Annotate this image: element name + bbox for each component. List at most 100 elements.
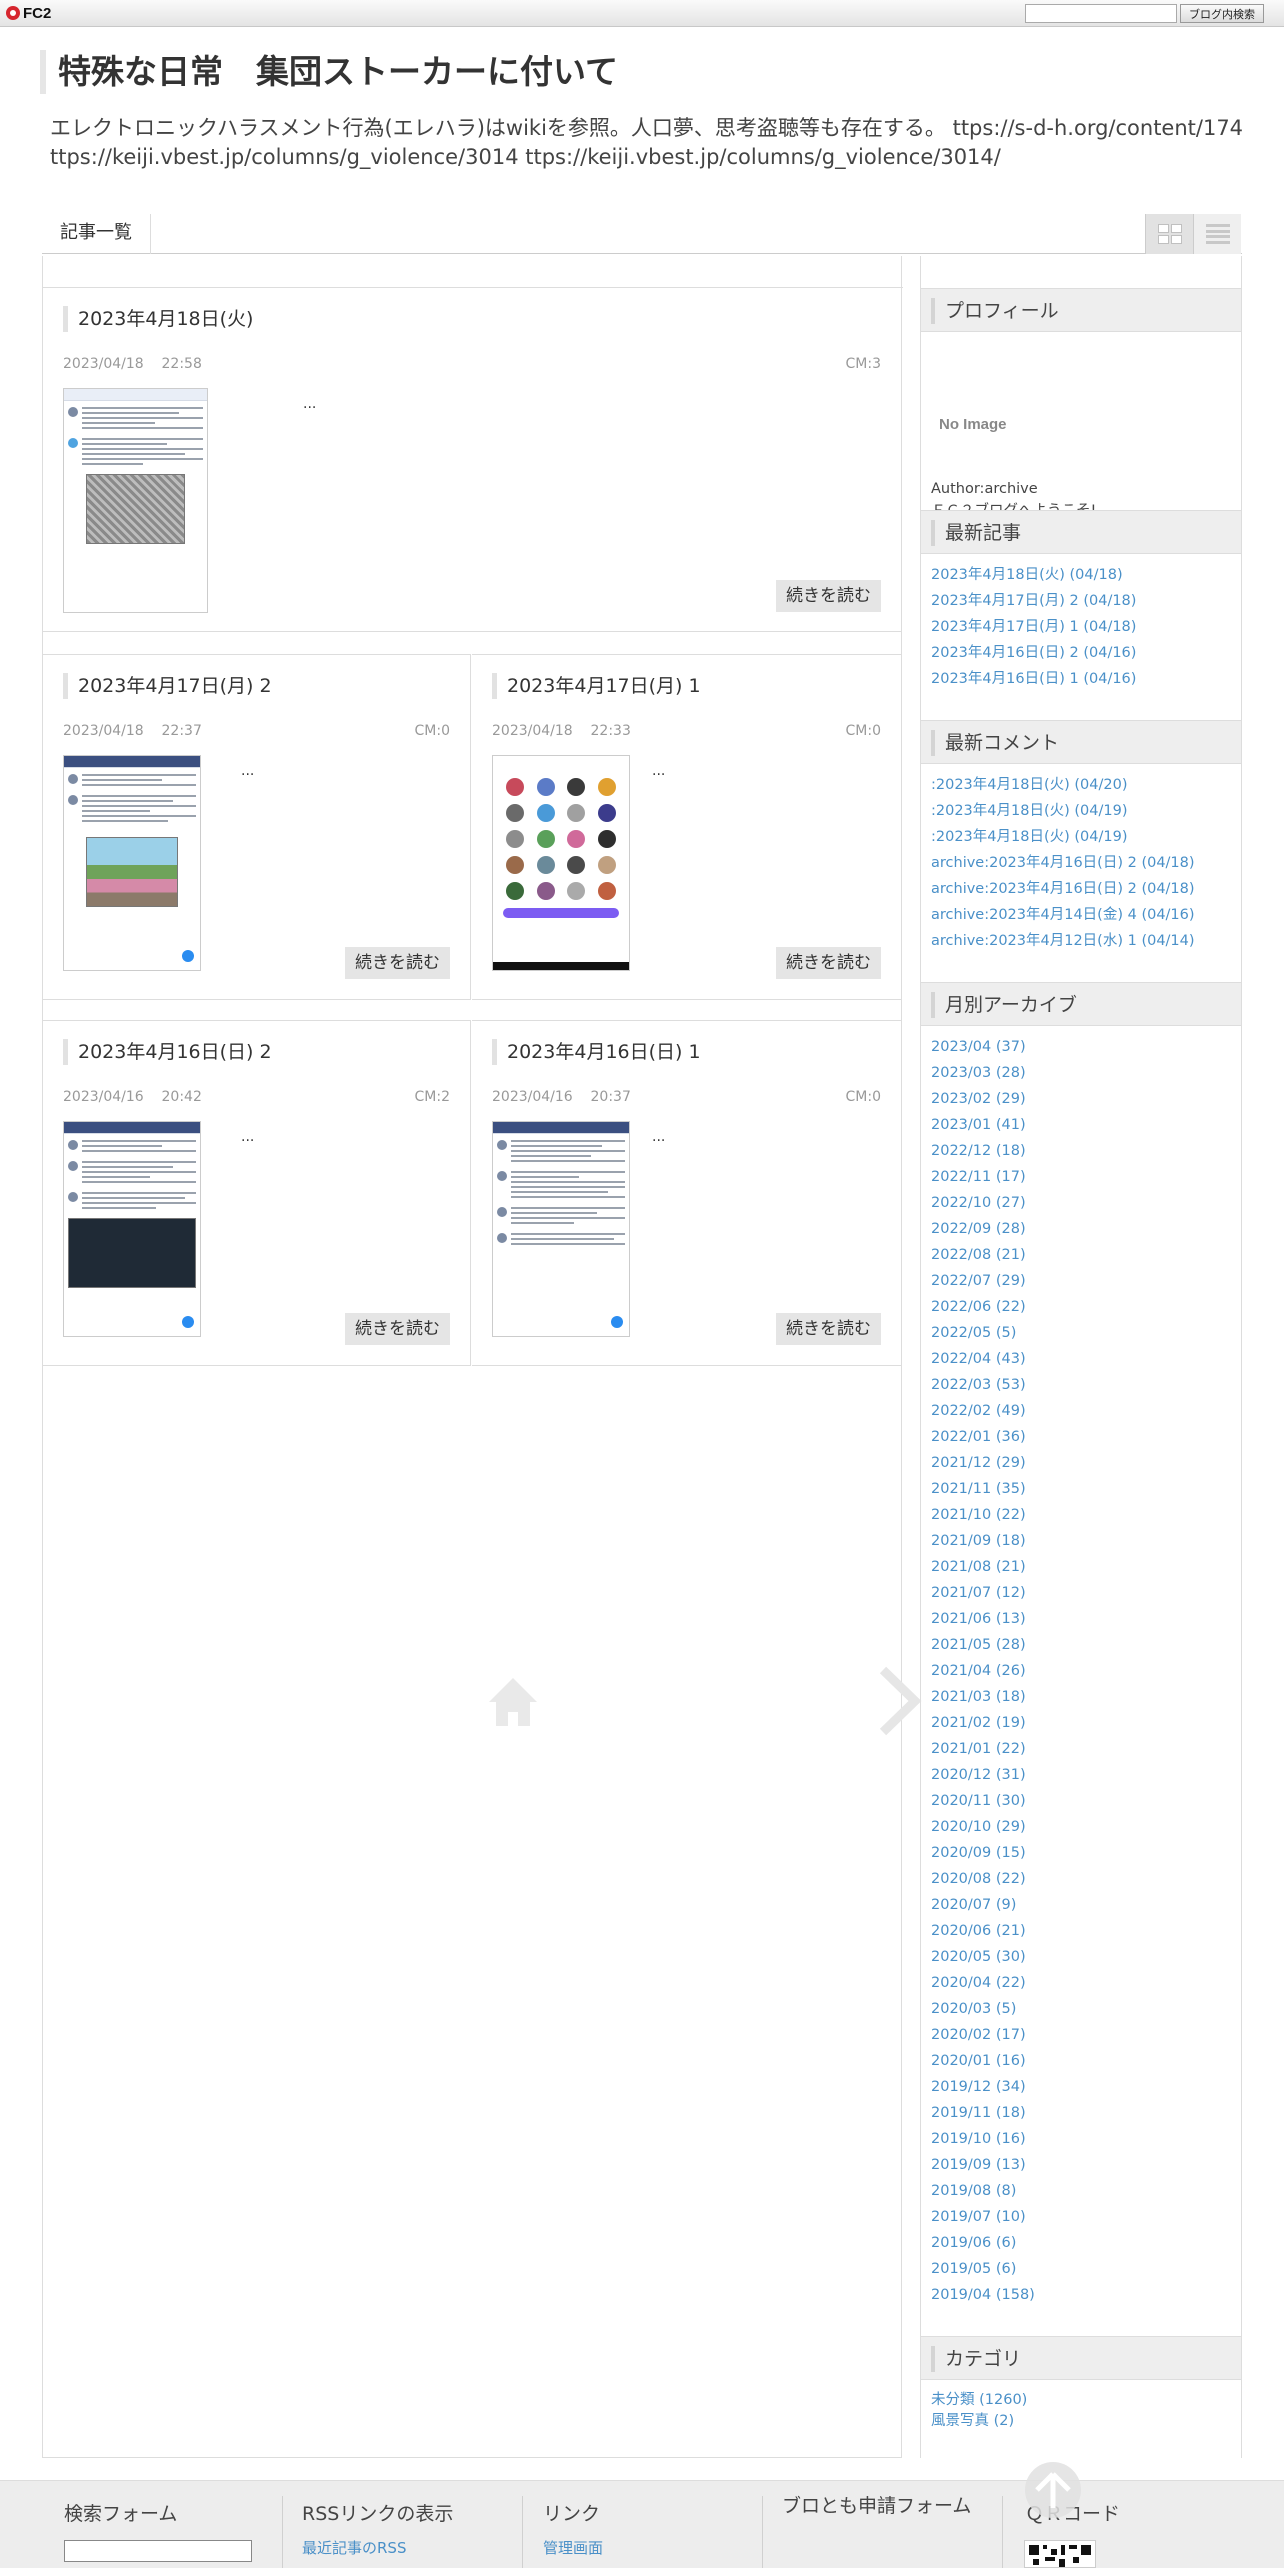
page-top-button[interactable] (1025, 2462, 1081, 2518)
archive-link[interactable]: 2022/12 (18) (931, 1138, 1231, 1164)
list-view-button[interactable] (1193, 214, 1241, 254)
recent-post-link[interactable]: 2023年4月18日(火) (04/18) (931, 562, 1231, 588)
archive-link[interactable]: 2020/10 (29) (931, 1814, 1231, 1840)
archive-link[interactable]: 2021/04 (26) (931, 1658, 1231, 1684)
article-comment-count[interactable]: CM:2 (415, 1089, 450, 1105)
nav-article-list-link[interactable]: 記事一覧 (42, 214, 151, 254)
article-comment-count[interactable]: CM:0 (846, 1089, 881, 1105)
fc2-logo[interactable]: FC2 (6, 3, 51, 23)
archive-link[interactable]: 2020/12 (31) (931, 1762, 1231, 1788)
archive-link[interactable]: 2022/09 (28) (931, 1216, 1231, 1242)
home-icon[interactable] (485, 1674, 541, 1730)
article-thumbnail[interactable] (63, 755, 201, 971)
archive-link[interactable]: 2019/07 (10) (931, 2204, 1231, 2230)
article-title[interactable]: 2023年4月16日(日) 2 (63, 1039, 272, 1065)
archive-link[interactable]: 2021/07 (12) (931, 1580, 1231, 1606)
article-comment-count[interactable]: CM:3 (846, 356, 881, 372)
archive-link[interactable]: 2022/05 (5) (931, 1320, 1231, 1346)
archive-link[interactable]: 2022/04 (43) (931, 1346, 1231, 1372)
read-more-button[interactable]: 続きを読む (776, 1313, 881, 1345)
archive-link[interactable]: 2021/11 (35) (931, 1476, 1231, 1502)
article-title[interactable]: 2023年4月16日(日) 1 (492, 1039, 701, 1065)
archive-link[interactable]: 2022/06 (22) (931, 1294, 1231, 1320)
archive-link[interactable]: 2020/09 (15) (931, 1840, 1231, 1866)
read-more-button[interactable]: 続きを読む (776, 947, 881, 979)
article-thumbnail[interactable] (63, 388, 208, 613)
footer-rss-link[interactable]: 最近記事のRSS (302, 2537, 406, 2558)
recent-comment-link[interactable]: archive:2023年4月12日(水) 1 (04/14) (931, 928, 1231, 954)
archive-link[interactable]: 2021/05 (28) (931, 1632, 1231, 1658)
archive-link[interactable]: 2021/09 (18) (931, 1528, 1231, 1554)
archive-link[interactable]: 2022/03 (53) (931, 1372, 1231, 1398)
archive-link[interactable]: 2021/02 (19) (931, 1710, 1231, 1736)
archive-link[interactable]: 2020/05 (30) (931, 1944, 1231, 1970)
grid-view-icon (1158, 224, 1182, 244)
chevron-right-icon[interactable] (875, 1666, 923, 1736)
blog-search-button[interactable]: ブログ内検索 (1180, 4, 1264, 23)
article-thumbnail[interactable] (63, 1121, 201, 1337)
article-comment-count[interactable]: CM:0 (415, 723, 450, 739)
recent-post-link[interactable]: 2023年4月16日(日) 1 (04/16) (931, 666, 1231, 692)
archive-link[interactable]: 2019/05 (6) (931, 2256, 1231, 2282)
archive-link[interactable]: 2023/01 (41) (931, 1112, 1231, 1138)
recent-comment-link[interactable]: :2023年4月18日(火) (04/19) (931, 824, 1231, 850)
footer-admin-link[interactable]: 管理画面 (543, 2537, 603, 2558)
archive-link[interactable]: 2022/10 (27) (931, 1190, 1231, 1216)
blog-title-text[interactable]: 特殊な日常 集団ストーカーに付いて (58, 52, 618, 91)
footer-search-input[interactable] (64, 2540, 252, 2562)
article-comment-count[interactable]: CM:0 (846, 723, 881, 739)
blog-search-input[interactable] (1025, 4, 1177, 23)
read-more-button[interactable]: 続きを読む (345, 947, 450, 979)
archive-link[interactable]: 2020/04 (22) (931, 1970, 1231, 1996)
archive-link[interactable]: 2021/10 (22) (931, 1502, 1231, 1528)
recent-comment-link[interactable]: archive:2023年4月16日(日) 2 (04/18) (931, 850, 1231, 876)
archive-link[interactable]: 2020/02 (17) (931, 2022, 1231, 2048)
archive-link[interactable]: 2019/10 (16) (931, 2126, 1231, 2152)
archive-link[interactable]: 2019/12 (34) (931, 2074, 1231, 2100)
archive-link[interactable]: 2020/01 (16) (931, 2048, 1231, 2074)
archive-link[interactable]: 2022/08 (21) (931, 1242, 1231, 1268)
archive-link[interactable]: 2023/02 (29) (931, 1086, 1231, 1112)
recent-comments-heading: 最新コメント (921, 720, 1241, 764)
category-link[interactable]: 未分類 (1260) (931, 2390, 1231, 2411)
recent-comment-link[interactable]: :2023年4月18日(火) (04/20) (931, 772, 1231, 798)
archive-link[interactable]: 2019/06 (6) (931, 2230, 1231, 2256)
archive-link[interactable]: 2019/11 (18) (931, 2100, 1231, 2126)
main-top-divider (43, 256, 903, 288)
archive-link[interactable]: 2021/08 (21) (931, 1554, 1231, 1580)
article-title[interactable]: 2023年4月17日(月) 1 (492, 673, 701, 699)
article-title[interactable]: 2023年4月17日(月) 2 (63, 673, 272, 699)
archive-link[interactable]: 2021/01 (22) (931, 1736, 1231, 1762)
archive-link[interactable]: 2019/08 (8) (931, 2178, 1231, 2204)
grid-view-button[interactable] (1145, 214, 1193, 254)
archive-link[interactable]: 2022/07 (29) (931, 1268, 1231, 1294)
read-more-button[interactable]: 続きを読む (345, 1313, 450, 1345)
archive-link[interactable]: 2021/12 (29) (931, 1450, 1231, 1476)
archive-link[interactable]: 2020/03 (5) (931, 1996, 1231, 2022)
article-thumbnail[interactable] (492, 755, 630, 971)
archive-link[interactable]: 2023/03 (28) (931, 1060, 1231, 1086)
read-more-button[interactable]: 続きを読む (776, 580, 881, 612)
archive-link[interactable]: 2021/06 (13) (931, 1606, 1231, 1632)
archive-link[interactable]: 2019/04 (158) (931, 2282, 1231, 2308)
recent-post-link[interactable]: 2023年4月17日(月) 2 (04/18) (931, 588, 1231, 614)
archive-link[interactable]: 2020/11 (30) (931, 1788, 1231, 1814)
recent-comment-link[interactable]: :2023年4月18日(火) (04/19) (931, 798, 1231, 824)
article-thumbnail[interactable] (492, 1121, 630, 1337)
archive-link[interactable]: 2020/07 (9) (931, 1892, 1231, 1918)
recent-comment-link[interactable]: archive:2023年4月16日(日) 2 (04/18) (931, 876, 1231, 902)
archive-link[interactable]: 2023/04 (37) (931, 1034, 1231, 1060)
archive-link[interactable]: 2021/03 (18) (931, 1684, 1231, 1710)
blog-title[interactable]: 特殊な日常 集団ストーカーに付いて (40, 50, 618, 94)
archive-link[interactable]: 2020/08 (22) (931, 1866, 1231, 1892)
archive-link[interactable]: 2020/06 (21) (931, 1918, 1231, 1944)
recent-post-link[interactable]: 2023年4月17日(月) 1 (04/18) (931, 614, 1231, 640)
archive-link[interactable]: 2022/11 (17) (931, 1164, 1231, 1190)
category-link[interactable]: 風景写真 (2) (931, 2411, 1231, 2432)
archive-link[interactable]: 2022/02 (49) (931, 1398, 1231, 1424)
recent-comment-link[interactable]: archive:2023年4月14日(金) 4 (04/16) (931, 902, 1231, 928)
archive-link[interactable]: 2022/01 (36) (931, 1424, 1231, 1450)
article-title[interactable]: 2023年4月18日(火) (63, 306, 253, 332)
archive-link[interactable]: 2019/09 (13) (931, 2152, 1231, 2178)
recent-post-link[interactable]: 2023年4月16日(日) 2 (04/16) (931, 640, 1231, 666)
